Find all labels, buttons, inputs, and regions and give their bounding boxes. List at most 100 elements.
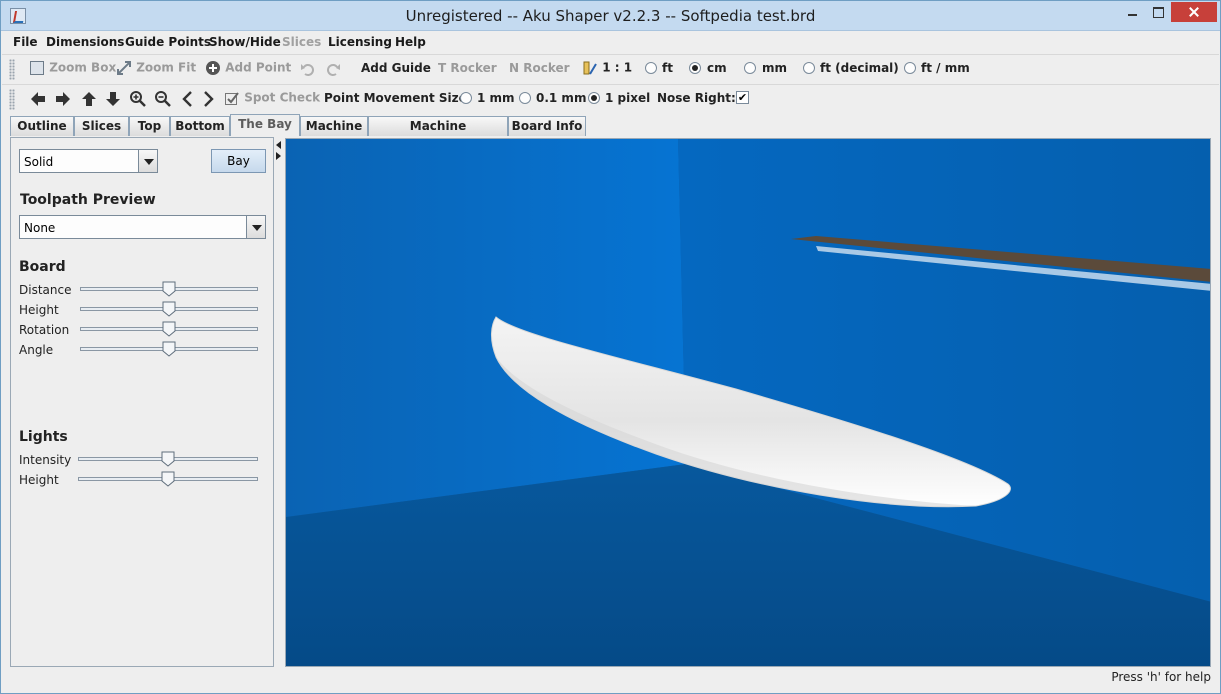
toolbar-grip[interactable] (9, 59, 15, 80)
slider-thumb[interactable] (162, 341, 176, 357)
board-section-title: Board (19, 259, 66, 275)
zoom-fit-button[interactable]: Zoom Fit (116, 60, 196, 76)
unit-mm-radio[interactable] (744, 62, 756, 74)
tab-outline[interactable]: Outline (10, 116, 74, 136)
t-rocker-button[interactable]: T Rocker (438, 61, 497, 75)
light-height-slider[interactable] (78, 471, 258, 487)
nose-right-label: Nose Right: (657, 91, 736, 105)
arrow-down-icon[interactable] (104, 90, 122, 108)
movement-0-1mm-radio[interactable] (519, 92, 531, 104)
menu-slices[interactable]: Slices (282, 35, 321, 49)
unit-cm-radio[interactable] (689, 62, 701, 74)
menu-licensing[interactable]: Licensing (328, 35, 392, 49)
n-rocker-button[interactable]: N Rocker (509, 61, 570, 75)
expand-arrows-icon (117, 61, 131, 75)
render-mode-select[interactable]: Solid (19, 149, 158, 173)
unit-ft-decimal-label: ft (decimal) (820, 61, 899, 75)
point-movement-label: Point Movement Size: (324, 91, 472, 105)
bay-controls-panel: Solid Bay Toolpath Preview None Board Di… (10, 137, 274, 667)
chevron-down-icon[interactable] (246, 216, 265, 238)
zoom-box-icon (30, 61, 44, 75)
help-hint: Press 'h' for help (1111, 670, 1211, 684)
spot-check-button[interactable]: Spot Check (224, 90, 320, 106)
arrow-right-icon[interactable] (54, 90, 72, 108)
unit-ft-radio[interactable] (645, 62, 657, 74)
intensity-label: Intensity (19, 453, 72, 467)
add-guide-button[interactable]: Add Guide (361, 61, 431, 75)
unit-ft-decimal-radio[interactable] (803, 62, 815, 74)
close-button[interactable] (1171, 2, 1217, 22)
zoom-box-button[interactable]: Zoom Box (29, 60, 116, 76)
scale-label: 1 : 1 (602, 60, 633, 75)
zoom-in-icon[interactable] (129, 90, 147, 108)
unit-ft-mm-label: ft / mm (921, 61, 970, 75)
nose-right-checkbox[interactable]: ✔ (736, 91, 749, 104)
menu-bar: File Dimensions Guide Points Show/Hide S… (2, 32, 1219, 53)
slider-thumb[interactable] (162, 281, 176, 297)
tab-bottom[interactable]: Bottom (170, 116, 230, 136)
arrow-left-icon[interactable] (29, 90, 47, 108)
lights-section-title: Lights (19, 429, 68, 445)
unit-ft-mm-radio[interactable] (904, 62, 916, 74)
panel-splitter[interactable] (275, 137, 283, 667)
distance-slider[interactable] (80, 281, 258, 297)
rotation-slider[interactable] (80, 321, 258, 337)
bay-scene (286, 139, 1210, 666)
tab-top[interactable]: Top (129, 116, 170, 136)
window-title: Unregistered -- Aku Shaper v2.2.3 -- Sof… (405, 7, 816, 25)
unit-cm-label: cm (707, 61, 727, 75)
menu-file[interactable]: File (13, 35, 38, 49)
chevron-right-icon[interactable] (199, 90, 217, 108)
tab-slices[interactable]: Slices (74, 116, 129, 136)
tab-machine-parameters[interactable]: Machine Parameters (368, 116, 508, 151)
movement-1pixel-radio[interactable] (588, 92, 600, 104)
spot-check-label: Spot Check (244, 90, 321, 105)
scale-button[interactable]: 1 : 1 (582, 60, 632, 76)
slider-thumb[interactable] (162, 301, 176, 317)
height-slider[interactable] (80, 301, 258, 317)
menu-help[interactable]: Help (395, 35, 426, 49)
toolbar-grip[interactable] (9, 89, 15, 110)
zoom-out-icon[interactable] (154, 90, 172, 108)
tab-machine[interactable]: Machine (300, 116, 368, 136)
bay-button[interactable]: Bay (211, 149, 266, 173)
slider-thumb[interactable] (162, 321, 176, 337)
movement-1mm-label: 1 mm (477, 91, 515, 105)
add-point-button[interactable]: Add Point (205, 60, 291, 76)
maximize-button[interactable] (1145, 2, 1171, 22)
ruler-pencil-icon (583, 61, 597, 75)
slider-thumb[interactable] (161, 471, 175, 487)
height-label: Height (19, 303, 59, 317)
tab-board-info[interactable]: Board Info (508, 116, 586, 136)
distance-label: Distance (19, 283, 72, 297)
angle-label: Angle (19, 343, 54, 357)
zoom-box-label: Zoom Box (49, 60, 117, 75)
menu-dimensions[interactable]: Dimensions (46, 35, 124, 49)
arrow-up-icon[interactable] (80, 90, 98, 108)
slider-thumb[interactable] (161, 451, 175, 467)
plus-circle-icon (206, 61, 220, 75)
title-bar: Unregistered -- Aku Shaper v2.2.3 -- Sof… (1, 1, 1220, 31)
menu-show-hide[interactable]: Show/Hide (209, 35, 281, 49)
minimize-button[interactable] (1119, 2, 1145, 22)
chevron-left-icon[interactable] (179, 90, 197, 108)
status-bar: Press 'h' for help (1, 669, 1220, 693)
tab-the-bay[interactable]: The Bay (230, 114, 300, 136)
toolpath-preview-value: None (24, 221, 56, 235)
redo-icon[interactable] (325, 61, 341, 77)
menu-guide-points[interactable]: Guide Points (125, 35, 211, 49)
render-mode-value: Solid (24, 155, 54, 169)
movement-0-1mm-label: 0.1 mm (536, 91, 587, 105)
undo-icon[interactable] (300, 61, 316, 77)
toolpath-preview-title: Toolpath Preview (20, 192, 156, 208)
movement-1pixel-label: 1 pixel (605, 91, 651, 105)
intensity-slider[interactable] (78, 451, 258, 467)
chevron-down-icon[interactable] (138, 150, 157, 172)
bay-3d-viewport[interactable] (285, 138, 1211, 667)
expand-right-icon[interactable] (276, 152, 281, 160)
angle-slider[interactable] (80, 341, 258, 357)
checkbox-tick-icon (225, 92, 239, 105)
collapse-left-icon[interactable] (276, 141, 281, 149)
movement-1mm-radio[interactable] (460, 92, 472, 104)
toolpath-preview-select[interactable]: None (19, 215, 266, 239)
